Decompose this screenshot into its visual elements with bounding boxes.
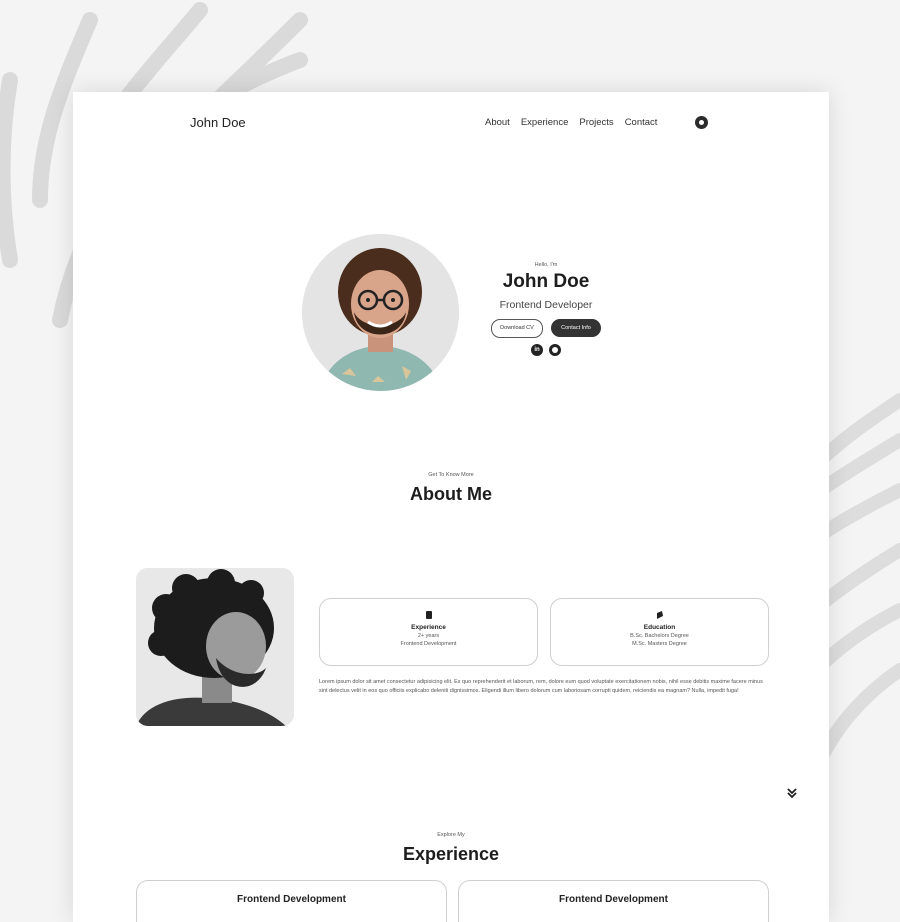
nav-links: About Experience Projects Contact [485, 117, 657, 128]
hero-text-block: Hello, I'm John Doe Frontend Developer D… [481, 262, 611, 356]
contact-info-button[interactable]: Contact Info [551, 319, 601, 337]
arrow-down-icon[interactable] [786, 787, 798, 799]
education-card: Education B.Sc. Bachelors Degree M.Sc. M… [550, 598, 769, 666]
experience-subtitle: Explore My [437, 832, 465, 838]
hero-role: Frontend Developer [499, 299, 593, 311]
card-line: M.Sc. Masters Degree [632, 641, 687, 647]
github-icon[interactable] [549, 344, 561, 356]
social-links [481, 344, 611, 356]
card-line: Frontend Development [400, 641, 457, 647]
card-title: Education [643, 624, 676, 631]
hero-greeting: Hello, I'm [534, 262, 558, 268]
experience-title: Experience [402, 844, 500, 864]
experience-card: Experience 2+ years Frontend Development [319, 598, 538, 666]
hero-buttons: Download CV Contact Info [481, 319, 611, 338]
experience-detail-card: Frontend Development [458, 880, 769, 922]
education-icon [656, 611, 663, 619]
card-line: 2+ years [417, 633, 440, 639]
linkedin-icon[interactable] [531, 344, 543, 356]
card-title: Experience [411, 624, 446, 631]
portfolio-page: John Doe About Experience Projects Conta… [73, 92, 829, 922]
profile-photo [302, 234, 459, 391]
nav-link-contact[interactable]: Contact [625, 117, 658, 128]
top-nav: John Doe About Experience Projects Conta… [73, 92, 829, 152]
experience-detail-card: Frontend Development [136, 880, 447, 922]
brand-logo[interactable]: John Doe [190, 115, 246, 130]
hero-name: John Doe [502, 271, 590, 292]
about-paragraph: Lorem ipsum dolor sit amet consectetur a… [319, 679, 763, 694]
nav-link-projects[interactable]: Projects [579, 117, 613, 128]
about-photo [136, 568, 294, 726]
download-cv-button[interactable]: Download CV [491, 319, 543, 338]
theme-toggle-icon[interactable] [695, 116, 708, 129]
about-title: About Me [410, 484, 492, 504]
nav-link-about[interactable]: About [485, 117, 510, 128]
about-subtitle: Get To Know More [428, 472, 474, 478]
experience-icon [425, 611, 432, 619]
card-line: B.Sc. Bachelors Degree [630, 633, 689, 639]
nav-link-experience[interactable]: Experience [521, 117, 569, 128]
